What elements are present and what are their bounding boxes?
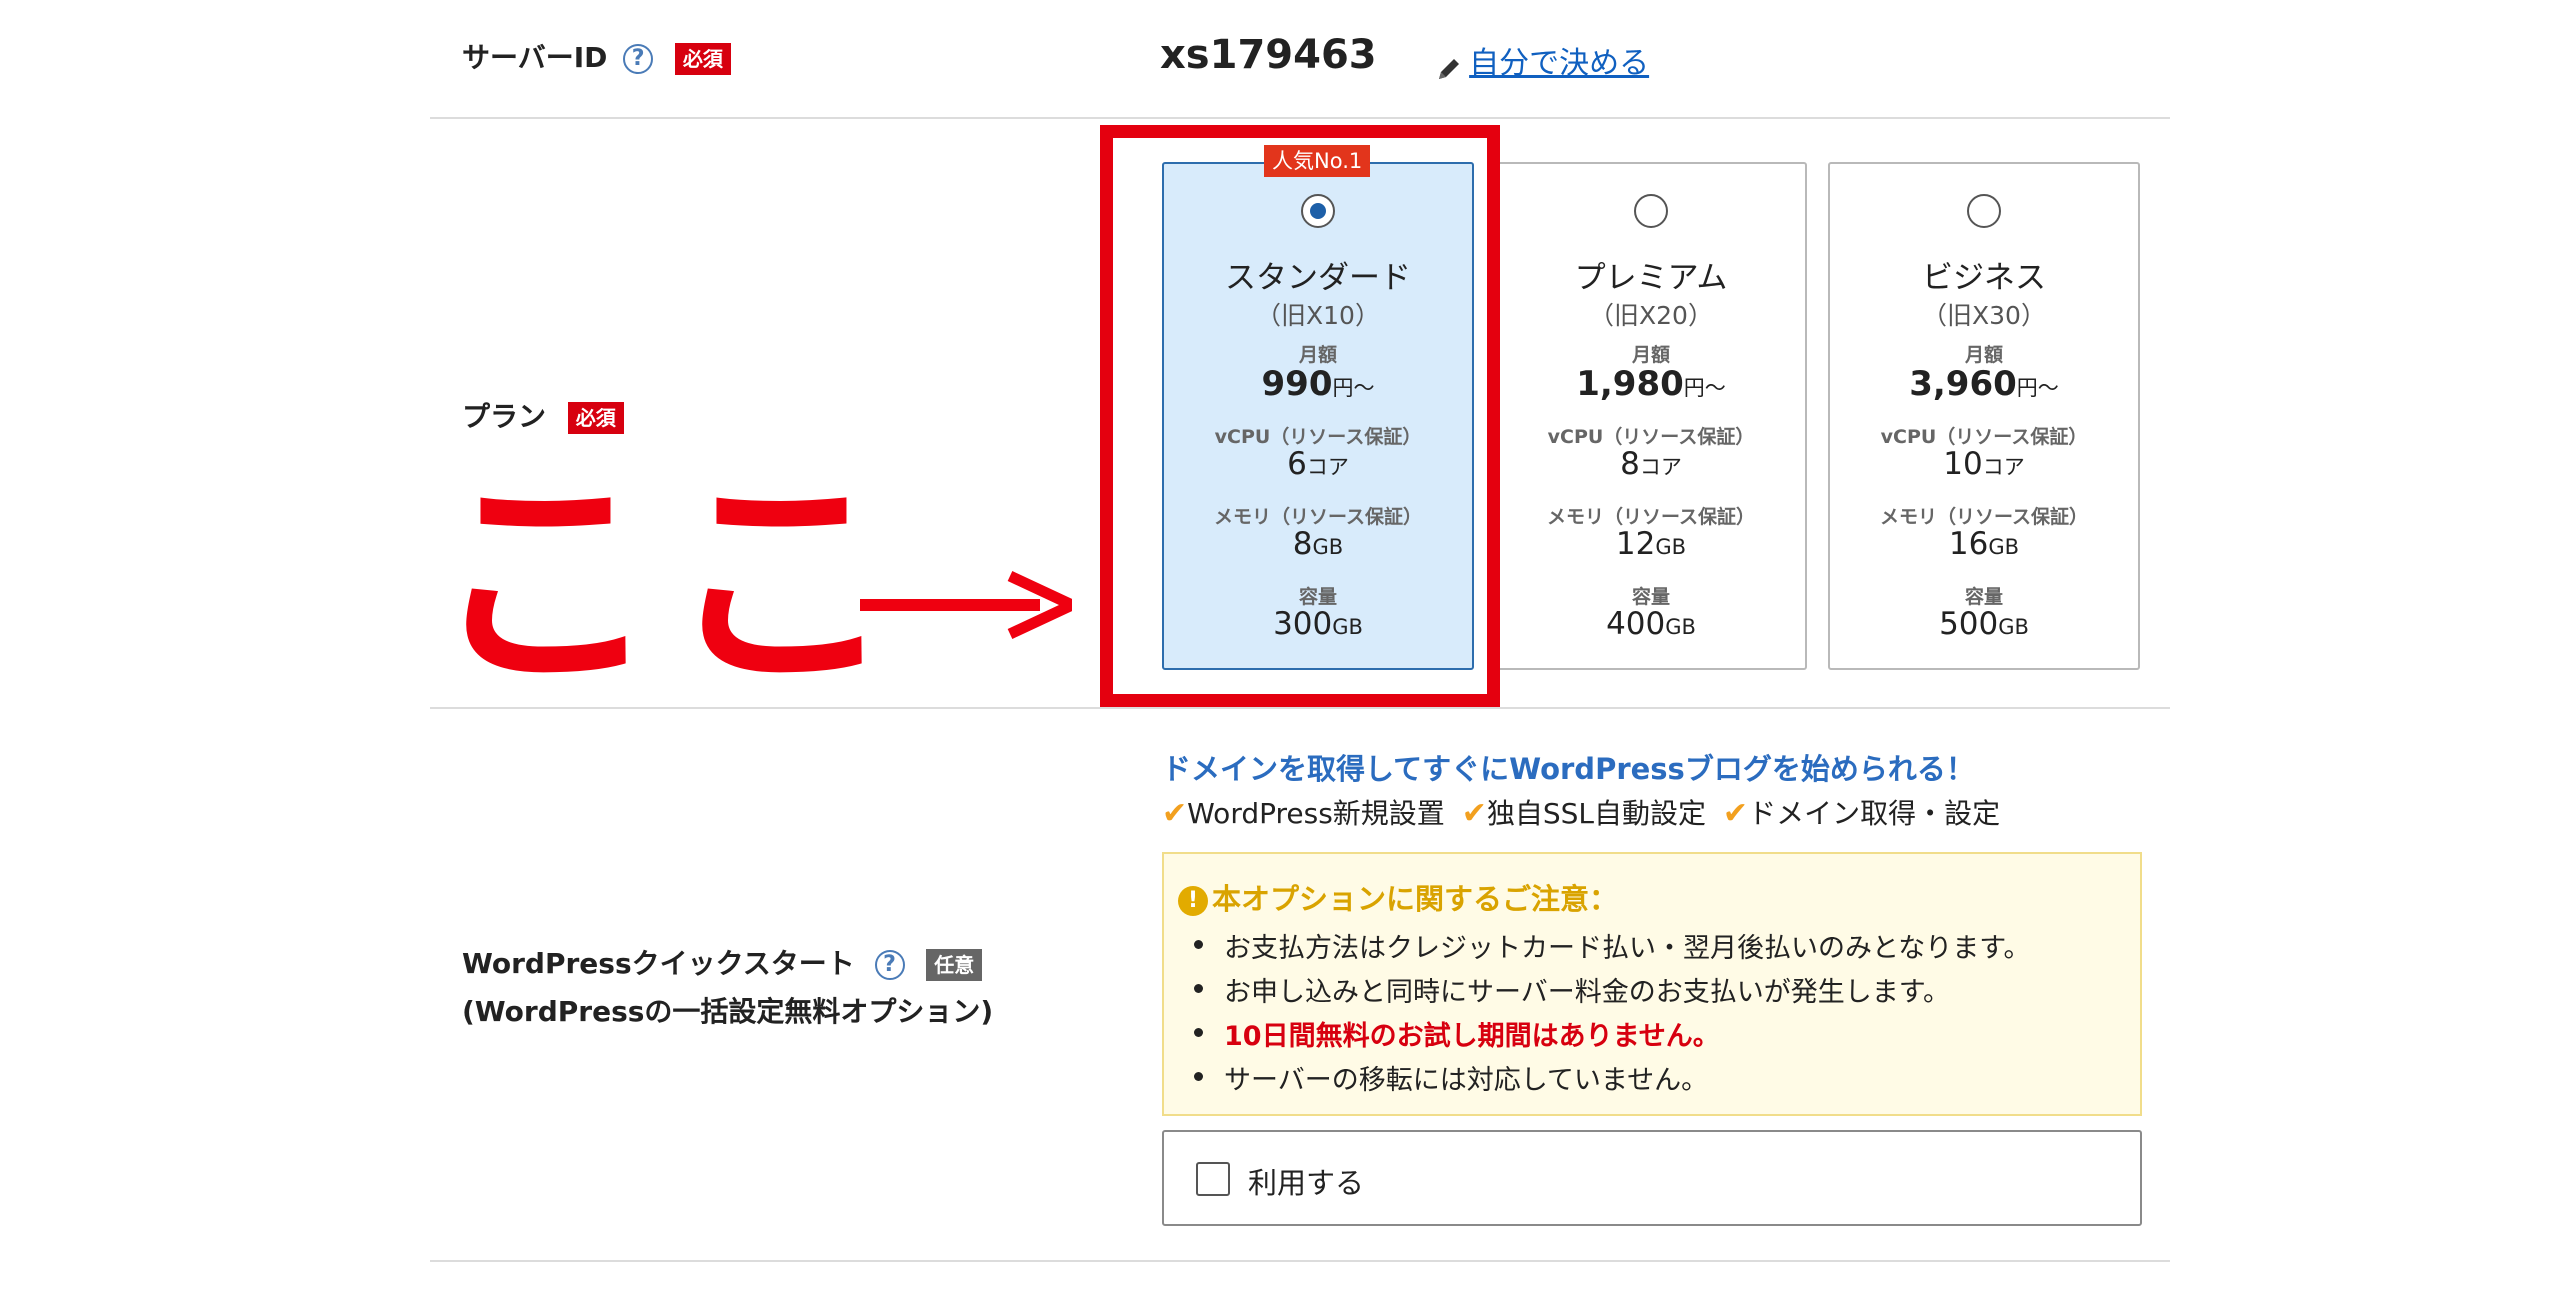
plan-card-premium[interactable]: プレミアム （旧X20） 月額 1,980円〜 vCPU（リソース保証） 8コア… bbox=[1495, 162, 1807, 670]
storage-label: 容量 bbox=[1631, 586, 1670, 608]
required-badge: 必須 bbox=[567, 402, 624, 434]
popular-badge: 人気No.1 bbox=[1264, 145, 1371, 177]
wp-feature: ドメイン取得・設定 bbox=[1748, 797, 2001, 830]
wp-quick-label: WordPressクイックスタート bbox=[462, 947, 855, 980]
warning-icon: ! bbox=[1178, 886, 1208, 916]
memory-label: メモリ（リソース保証） bbox=[1879, 506, 2089, 528]
storage-value: 400GB bbox=[1606, 606, 1696, 642]
wp-feature-list: ✔WordPress新規設置 ✔独自SSL自動設定 ✔ドメイン取得・設定 bbox=[1162, 792, 2000, 832]
notice-item: お支払方法はクレジットカード払い・翌月後払いのみとなります。 bbox=[1194, 926, 2031, 965]
edit-server-id[interactable]: 自分で決める bbox=[1434, 38, 1649, 84]
wp-feature: WordPress新規設置 bbox=[1187, 797, 1445, 830]
cpu-label: vCPU（リソース保証） bbox=[1880, 426, 2088, 448]
highlight-frame bbox=[1100, 125, 1500, 707]
plan-old-name: （旧X20） bbox=[1589, 301, 1713, 330]
use-checkbox[interactable] bbox=[1196, 1162, 1230, 1196]
price-label: 月額 bbox=[1631, 344, 1670, 366]
server-id-label: サーバーID bbox=[462, 41, 608, 74]
cpu-value: 10コア bbox=[1943, 446, 2025, 482]
server-id-label-group: サーバーID ? 必須 bbox=[462, 36, 731, 76]
optional-badge: 任意 bbox=[926, 949, 983, 981]
memory-value: 16GB bbox=[1948, 526, 2020, 562]
notice-box: ! 本オプションに関するご注意： お支払方法はクレジットカード払い・翌月後払いのみ… bbox=[1162, 852, 2142, 1116]
price-label: 月額 bbox=[1964, 344, 2003, 366]
storage-label: 容量 bbox=[1964, 586, 2003, 608]
notice-item: お申し込みと同時にサーバー料金のお支払いが発生します。 bbox=[1193, 970, 1950, 1009]
divider bbox=[430, 1260, 2170, 1262]
storage-value: 500GB bbox=[1939, 606, 2029, 642]
notice-item: 10日間無料のお試し期間はありません。 bbox=[1194, 1014, 1720, 1053]
arrow-right-icon bbox=[860, 571, 1072, 639]
plan-name: プレミアム bbox=[1574, 260, 1728, 296]
divider bbox=[430, 707, 2170, 709]
help-icon[interactable]: ? bbox=[623, 44, 654, 74]
annotation-text: ここ bbox=[430, 451, 903, 718]
wp-quick-sublabel: (WordPressの一括設定無料オプション) bbox=[462, 995, 994, 1028]
wp-feature: 独自SSL自動設定 bbox=[1486, 797, 1707, 830]
pencil-icon bbox=[1439, 58, 1459, 79]
server-id-value: xs179463 bbox=[1160, 32, 1377, 78]
wp-quick-label-group: WordPressクイックスタート ? 任意 bbox=[462, 942, 983, 982]
memory-label: メモリ（リソース保証） bbox=[1546, 506, 1756, 528]
plan-radio-business[interactable] bbox=[1967, 194, 2001, 228]
notice-item: サーバーの移転には対応していません。 bbox=[1193, 1058, 1708, 1097]
plan-radio-premium[interactable] bbox=[1634, 194, 1668, 228]
divider bbox=[430, 117, 2170, 119]
check-icon: ✔ bbox=[1461, 796, 1487, 831]
plan-label: プラン bbox=[462, 400, 547, 433]
required-badge: 必須 bbox=[674, 43, 731, 75]
notice-title: 本オプションに関するご注意： bbox=[1212, 882, 1619, 916]
use-option-box[interactable]: 利用する bbox=[1162, 1130, 2142, 1226]
memory-value: 12GB bbox=[1615, 526, 1687, 562]
price-value: 1,980円〜 bbox=[1576, 364, 1726, 404]
wp-tagline: ドメインを取得してすぐにWordPressブログを始められる！ bbox=[1162, 752, 1975, 786]
plan-old-name: （旧X30） bbox=[1922, 301, 2046, 330]
help-icon[interactable]: ? bbox=[874, 950, 905, 980]
notice-title-row: ! 本オプションに関するご注意： bbox=[1178, 876, 1618, 918]
edit-server-id-link[interactable]: 自分で決める bbox=[1469, 46, 1649, 81]
cpu-label: vCPU（リソース保証） bbox=[1547, 426, 1755, 448]
plan-label-group: プラン 必須 bbox=[462, 395, 624, 435]
check-icon: ✔ bbox=[1162, 796, 1188, 831]
cpu-value: 8コア bbox=[1620, 446, 1682, 482]
price-value: 3,960円〜 bbox=[1909, 364, 2059, 404]
check-icon: ✔ bbox=[1722, 796, 1749, 831]
use-label[interactable]: 利用する bbox=[1248, 1160, 1364, 1202]
plan-card-business[interactable]: ビジネス （旧X30） 月額 3,960円〜 vCPU（リソース保証） 10コア… bbox=[1828, 162, 2140, 670]
plan-name: ビジネス bbox=[1922, 260, 2046, 296]
